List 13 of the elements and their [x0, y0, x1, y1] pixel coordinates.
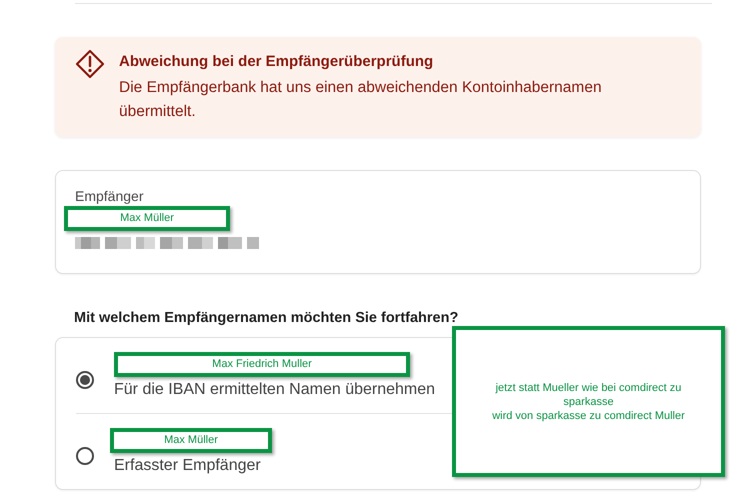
- recipient-label: Empfänger: [75, 188, 144, 204]
- radio-button[interactable]: [76, 446, 94, 464]
- option-label[interactable]: Für die IBAN ermittelten Namen übernehmen: [114, 381, 436, 399]
- warning-icon: [75, 49, 105, 79]
- radio-button[interactable]: [76, 370, 94, 388]
- annotation-label: Max Müller: [110, 428, 272, 453]
- annotation-label: Max Müller: [64, 206, 230, 231]
- alert-message: Die Empfängerbank hat uns einen abweichenden Kontoinhabernamen übermittelt.: [119, 78, 603, 122]
- annotation-label: Max Friedrich Muller: [114, 352, 410, 377]
- option-label[interactable]: Erfasster Empfänger: [114, 457, 272, 475]
- question-heading: Mit welchem Empfängernamen möchten Sie fortfahren?: [74, 310, 460, 326]
- alert-title: Abweichung bei der Empfängerüberprüfung: [119, 53, 434, 70]
- annotation-note: jetzt statt Mueller wie bei comdirect zu sparkasse wird von sparkasse zu comdirect Muller: [452, 326, 725, 477]
